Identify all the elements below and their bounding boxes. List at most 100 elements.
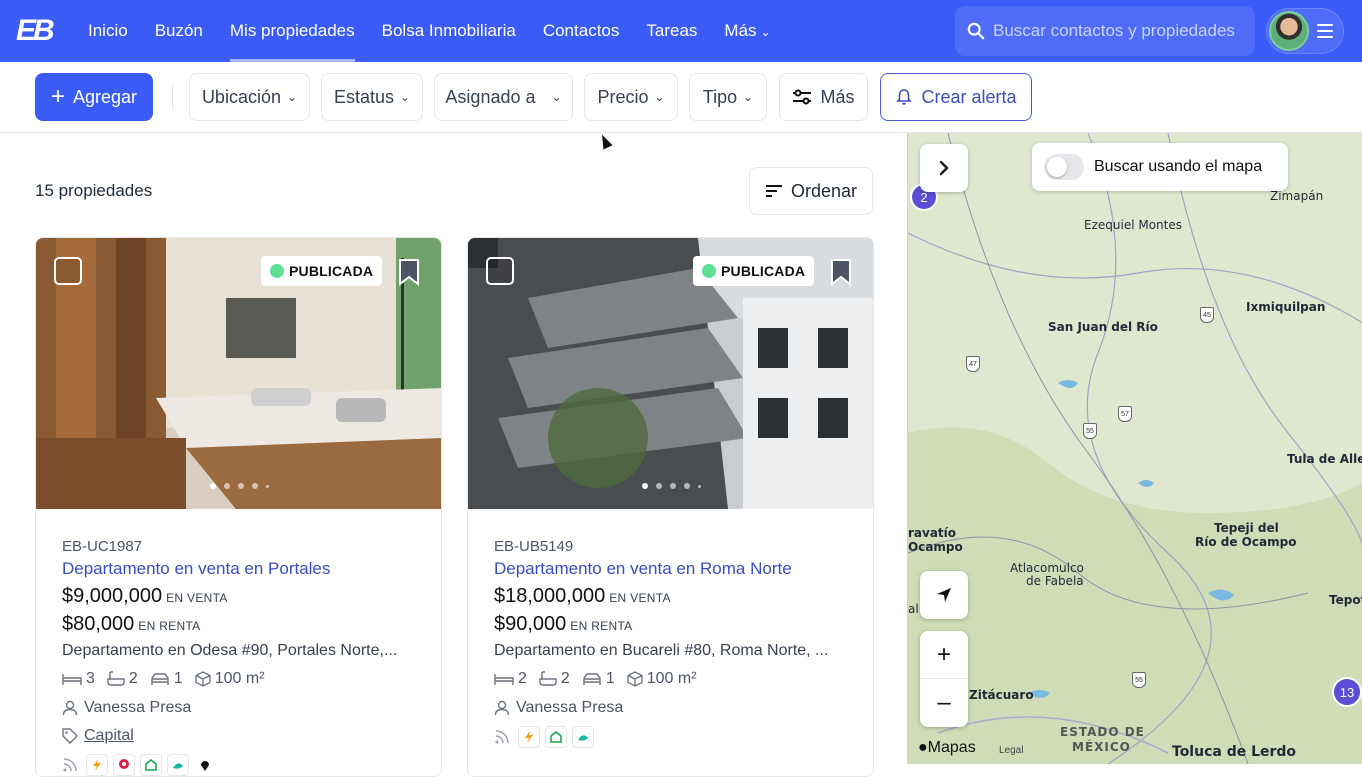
rent-price-kind: EN RENTA <box>570 619 633 633</box>
cube-icon <box>195 671 211 687</box>
filter-estatus[interactable]: Estatus ⌄ <box>321 73 423 121</box>
carousel-dots[interactable] <box>468 483 873 489</box>
map-place-zimapan: Zimapán <box>1270 189 1324 203</box>
rss-icon <box>495 730 509 744</box>
mouse-cursor <box>597 132 613 150</box>
more-filters-button[interactable]: Más <box>779 73 868 121</box>
map-panel[interactable]: Zimapán Ezequiel Montes Ixmiquilpan San … <box>907 133 1362 764</box>
car-icon <box>583 673 601 685</box>
highway-shield: 55 <box>1083 423 1097 439</box>
nav-contactos[interactable]: Contactos <box>543 0 620 62</box>
property-card[interactable]: PUBLICADA EB-UC1987 Departamento en vent… <box>35 237 442 777</box>
portal-teal-icon[interactable] <box>572 726 594 748</box>
rent-price-amount: $80,000 <box>62 613 135 635</box>
locate-me-button[interactable] <box>920 571 968 619</box>
create-alert-label: Crear alerta <box>921 86 1017 107</box>
sale-price-kind: EN VENTA <box>166 591 228 605</box>
property-title-link[interactable]: Departamento en venta en Portales <box>62 558 422 582</box>
bookmark-icon[interactable] <box>398 258 420 286</box>
select-checkbox[interactable] <box>486 257 514 285</box>
parking: 1 <box>150 670 183 688</box>
collapse-map-button[interactable] <box>920 144 968 192</box>
nav-mas[interactable]: Más ⌄ <box>724 0 770 62</box>
portal-teal-icon[interactable] <box>167 754 189 776</box>
area: 100 m² <box>195 670 265 688</box>
map-place-rio-de-ocampo: Río de Ocampo <box>1195 535 1297 549</box>
zoom-out-button[interactable]: – <box>920 679 968 727</box>
bath-icon <box>107 671 125 686</box>
user-icon <box>62 700 78 716</box>
filter-precio[interactable]: Precio ⌄ <box>584 73 678 121</box>
tag-link[interactable]: Capital <box>84 727 134 745</box>
legal-link[interactable]: Legal <box>999 745 1023 756</box>
toggle-switch[interactable] <box>1044 154 1084 180</box>
bell-icon <box>896 89 913 105</box>
property-ref: EB-UB5149 <box>494 538 574 555</box>
chevron-right-icon <box>939 160 949 176</box>
filter-ubicacion[interactable]: Ubicación ⌄ <box>189 73 310 121</box>
app-logo[interactable]: EB <box>16 14 60 48</box>
portal-map-pin-icon[interactable] <box>194 754 216 776</box>
sale-price: $18,000,000 EN VENTA <box>494 582 854 610</box>
sort-button[interactable]: Ordenar <box>749 167 873 215</box>
sale-price-kind: EN VENTA <box>609 591 671 605</box>
nav-links: Inicio Buzón Mis propiedades Bolsa Inmob… <box>88 0 798 62</box>
filter-asignado[interactable]: Asignado a ⌄ <box>434 73 573 121</box>
portal-spark-icon[interactable] <box>518 726 540 748</box>
bathrooms-count: 2 <box>128 670 138 687</box>
nav-bolsa-inmobiliaria[interactable]: Bolsa Inmobiliaria <box>382 0 516 62</box>
property-specs: 3 2 1 100 m² <box>62 664 422 694</box>
top-navigation: EB Inicio Buzón Mis propiedades Bolsa In… <box>0 0 1362 62</box>
add-property-button[interactable]: + Agregar <box>35 73 153 121</box>
nav-inicio[interactable]: Inicio <box>88 0 128 62</box>
property-address: Departamento en Bucareli #80, Roma Norte… <box>494 642 829 659</box>
map-cluster-marker[interactable]: 13 <box>1332 677 1362 707</box>
divider <box>172 84 173 110</box>
nav-mis-propiedades[interactable]: Mis propiedades <box>229 0 355 62</box>
zoom-in-button[interactable]: + <box>920 631 968 679</box>
map-place-tepeji: Tepeji del <box>1214 521 1279 535</box>
filter-estatus-label: Estatus <box>333 86 394 107</box>
carousel-dots[interactable] <box>36 483 441 489</box>
map-search-toggle[interactable]: Buscar usando el mapa <box>1032 143 1288 191</box>
status-label: PUBLICADA <box>721 263 806 279</box>
map-place-maravatio: ravatío <box>908 526 957 540</box>
avatar[interactable] <box>1269 11 1309 51</box>
search-input[interactable] <box>993 21 1253 41</box>
rent-price: $80,000 EN RENTA <box>62 610 422 638</box>
results-count: 15 propiedades <box>35 181 153 200</box>
portal-house-green-icon[interactable] <box>545 726 567 748</box>
filter-tipo[interactable]: Tipo ⌄ <box>689 73 767 121</box>
sale-price-amount: $18,000,000 <box>494 585 606 607</box>
property-card[interactable]: PUBLICADA EB-UB5149 Departamento en vent… <box>467 237 874 777</box>
profile-menu[interactable] <box>1266 8 1344 54</box>
portal-pin-red-icon[interactable] <box>113 754 135 776</box>
location-arrow-icon <box>937 588 951 602</box>
tag-icon <box>62 728 78 744</box>
cube-icon <box>627 671 643 687</box>
bookmark-icon[interactable] <box>830 258 852 286</box>
plus-icon: + <box>50 83 65 110</box>
property-photo[interactable]: PUBLICADA <box>468 238 873 509</box>
published-dot-icon <box>702 264 716 278</box>
property-tag: Capital <box>62 722 422 750</box>
select-checkbox[interactable] <box>54 257 82 285</box>
assigned-agent: Vanessa Presa <box>494 694 854 722</box>
hamburger-menu-icon[interactable] <box>1317 24 1333 38</box>
map-place-toluca: Toluca de Lerdo <box>1172 744 1297 760</box>
bed-icon <box>494 674 514 685</box>
portal-house-green-icon[interactable] <box>140 754 162 776</box>
create-alert-button[interactable]: Crear alerta <box>880 73 1032 121</box>
nav-tareas[interactable]: Tareas <box>646 0 697 62</box>
property-photo[interactable]: PUBLICADA <box>36 238 441 509</box>
nav-buzon[interactable]: Buzón <box>155 0 203 62</box>
map-place-partial: al <box>908 602 919 616</box>
parking: 1 <box>582 670 615 688</box>
global-search[interactable] <box>955 6 1255 56</box>
bathrooms: 2 <box>107 670 138 688</box>
apple-icon: ● <box>918 739 928 756</box>
property-title-link[interactable]: Departamento en venta en Roma Norte <box>494 558 854 582</box>
property-address: Departamento en Odesa #90, Portales Nort… <box>62 642 398 659</box>
map-place-tepot: Tepot <box>1329 593 1362 607</box>
portal-spark-icon[interactable] <box>86 754 108 776</box>
